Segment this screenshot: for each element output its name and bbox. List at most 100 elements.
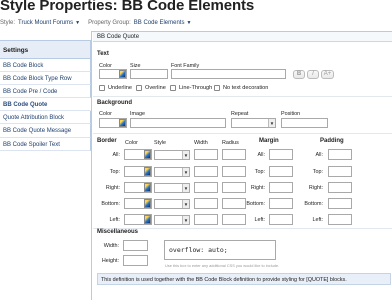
chevron-down-icon: ▼ [182, 200, 189, 208]
line-through-label: Line-Through [179, 85, 213, 91]
chevron-down-icon: ▼ [182, 216, 189, 224]
margin-left-input[interactable] [269, 214, 293, 225]
padding-left-input[interactable] [328, 214, 352, 225]
sidebar-item-bb-code-block-type-row[interactable]: BB Code Block Type Row [0, 72, 91, 86]
margin-bottom-input[interactable] [269, 198, 293, 209]
property-group-label: Property Group: [88, 20, 131, 26]
tab-bb-code-quote[interactable]: BB Code Quote [93, 32, 139, 42]
background-section-heading: Background [97, 100, 133, 106]
border-style-label: Style [154, 140, 166, 146]
sidebar-item-bb-code-spoiler-text[interactable]: BB Code Spoiler Text [0, 137, 91, 151]
sidebar-heading: Settings [0, 41, 91, 59]
italic-button[interactable]: I [307, 70, 319, 79]
border-radius-all-input[interactable] [222, 149, 246, 160]
sidebar-item-bb-code-quote[interactable]: BB Code Quote [0, 98, 91, 112]
sidebar-item-bb-code-block[interactable]: BB Code Block [0, 59, 91, 73]
background-image-input[interactable] [130, 118, 226, 128]
background-image-label: Image [130, 111, 145, 117]
border-style-right-select[interactable]: ▼ [154, 183, 190, 193]
margin-top-input[interactable] [269, 166, 293, 177]
color-picker-icon[interactable] [144, 150, 151, 159]
definition-note: This definition is used together with th… [97, 273, 391, 285]
font-family-input[interactable] [171, 69, 286, 79]
border-width-top-input[interactable] [194, 166, 218, 177]
border-right-label: Right: [105, 185, 120, 191]
misc-width-label: Width: [103, 243, 119, 249]
border-width-bottom-input[interactable] [194, 198, 218, 209]
color-picker-icon[interactable] [119, 119, 126, 127]
chevron-down-icon[interactable]: ▼ [75, 20, 80, 26]
chevron-down-icon[interactable]: ▼ [186, 20, 191, 26]
margin-left-label: Left: [254, 217, 266, 223]
border-width-all-input[interactable] [194, 149, 218, 160]
padding-right-label: Right: [308, 185, 323, 191]
color-picker-icon[interactable] [119, 70, 126, 78]
property-editor: BB Code Quote Text Color Size Font Famil… [91, 31, 392, 300]
margin-all-input[interactable] [269, 149, 293, 160]
margin-right-input[interactable] [269, 182, 293, 193]
style-select[interactable]: Truck Mount Forums [18, 20, 73, 26]
margin-top-label: Top: [254, 169, 265, 175]
border-radius-bottom-input[interactable] [222, 198, 246, 209]
border-radius-top-input[interactable] [222, 166, 246, 177]
border-radius-left-input[interactable] [222, 214, 246, 225]
border-style-bottom-select[interactable]: ▼ [154, 199, 190, 209]
misc-width-input[interactable] [123, 240, 148, 251]
style-filter-label: Style: [0, 20, 16, 26]
filter-bar: Style: Truck Mount Forums ▼ Property Gro… [0, 18, 199, 28]
background-repeat-label: Repeat [231, 111, 249, 117]
color-picker-icon[interactable] [144, 167, 151, 176]
property-group-select[interactable]: BB Code Elements [134, 20, 185, 26]
underline-label: Underline [108, 85, 132, 91]
background-position-label: Position [281, 111, 301, 117]
overline-checkbox[interactable] [136, 85, 142, 91]
margin-right-label: Right: [250, 185, 265, 191]
sidebar-item-bb-code-pre-code[interactable]: BB Code Pre / Code [0, 85, 91, 99]
underline-checkbox[interactable] [99, 85, 105, 91]
color-picker-icon[interactable] [144, 183, 151, 192]
no-text-decoration-checkbox[interactable] [214, 85, 220, 91]
padding-right-input[interactable] [328, 182, 352, 193]
chevron-down-icon: ▼ [182, 151, 189, 159]
color-picker-icon[interactable] [144, 215, 151, 224]
margin-all-label: All: [257, 152, 266, 158]
text-section-heading: Text [97, 51, 109, 57]
border-style-top-select[interactable]: ▼ [154, 167, 190, 177]
border-style-left-select[interactable]: ▼ [154, 215, 190, 225]
border-section-heading: Border [97, 138, 117, 144]
misc-height-label: Height: [101, 258, 119, 264]
bold-button[interactable]: B [293, 70, 305, 79]
chevron-down-icon: ▼ [268, 119, 275, 127]
settings-sidebar: Settings BB Code Block BB Code Block Typ… [0, 40, 91, 151]
padding-section-heading: Padding [320, 138, 344, 144]
text-transform-button[interactable]: A+ [321, 70, 334, 79]
overline-label: Overline [145, 85, 166, 91]
border-radius-right-input[interactable] [222, 182, 246, 193]
padding-bottom-input[interactable] [328, 198, 352, 209]
border-style-all-select[interactable]: ▼ [154, 150, 190, 160]
misc-height-input[interactable] [123, 255, 148, 266]
background-position-input[interactable] [281, 118, 328, 128]
border-bottom-label: Bottom: [101, 201, 120, 207]
page-title: Style Properties: BB Code Elements [0, 0, 255, 14]
margin-section-heading: Margin [259, 138, 279, 144]
padding-bottom-label: Bottom: [304, 201, 323, 207]
padding-top-input[interactable] [328, 166, 352, 177]
line-through-checkbox[interactable] [170, 85, 176, 91]
divider [93, 96, 392, 97]
extra-css-hint: Use this box to enter any additional CSS… [165, 263, 280, 268]
padding-all-input[interactable] [328, 149, 352, 160]
sidebar-item-bb-code-quote-message[interactable]: BB Code Quote Message [0, 124, 91, 138]
background-repeat-select[interactable]: ▼ [231, 118, 276, 128]
chevron-down-icon: ▼ [182, 184, 189, 192]
misc-section-heading: Miscellaneous [97, 229, 139, 235]
chevron-down-icon: ▼ [182, 168, 189, 176]
border-radius-label: Radius [222, 140, 239, 146]
color-picker-icon[interactable] [144, 199, 151, 208]
extra-css-textarea[interactable]: overflow: auto; [164, 240, 276, 260]
border-width-label: Width [194, 140, 208, 146]
text-size-input[interactable] [130, 69, 168, 79]
border-width-left-input[interactable] [194, 214, 218, 225]
border-width-right-input[interactable] [194, 182, 218, 193]
sidebar-item-quote-attribution-block[interactable]: Quote Attribution Block [0, 111, 91, 125]
